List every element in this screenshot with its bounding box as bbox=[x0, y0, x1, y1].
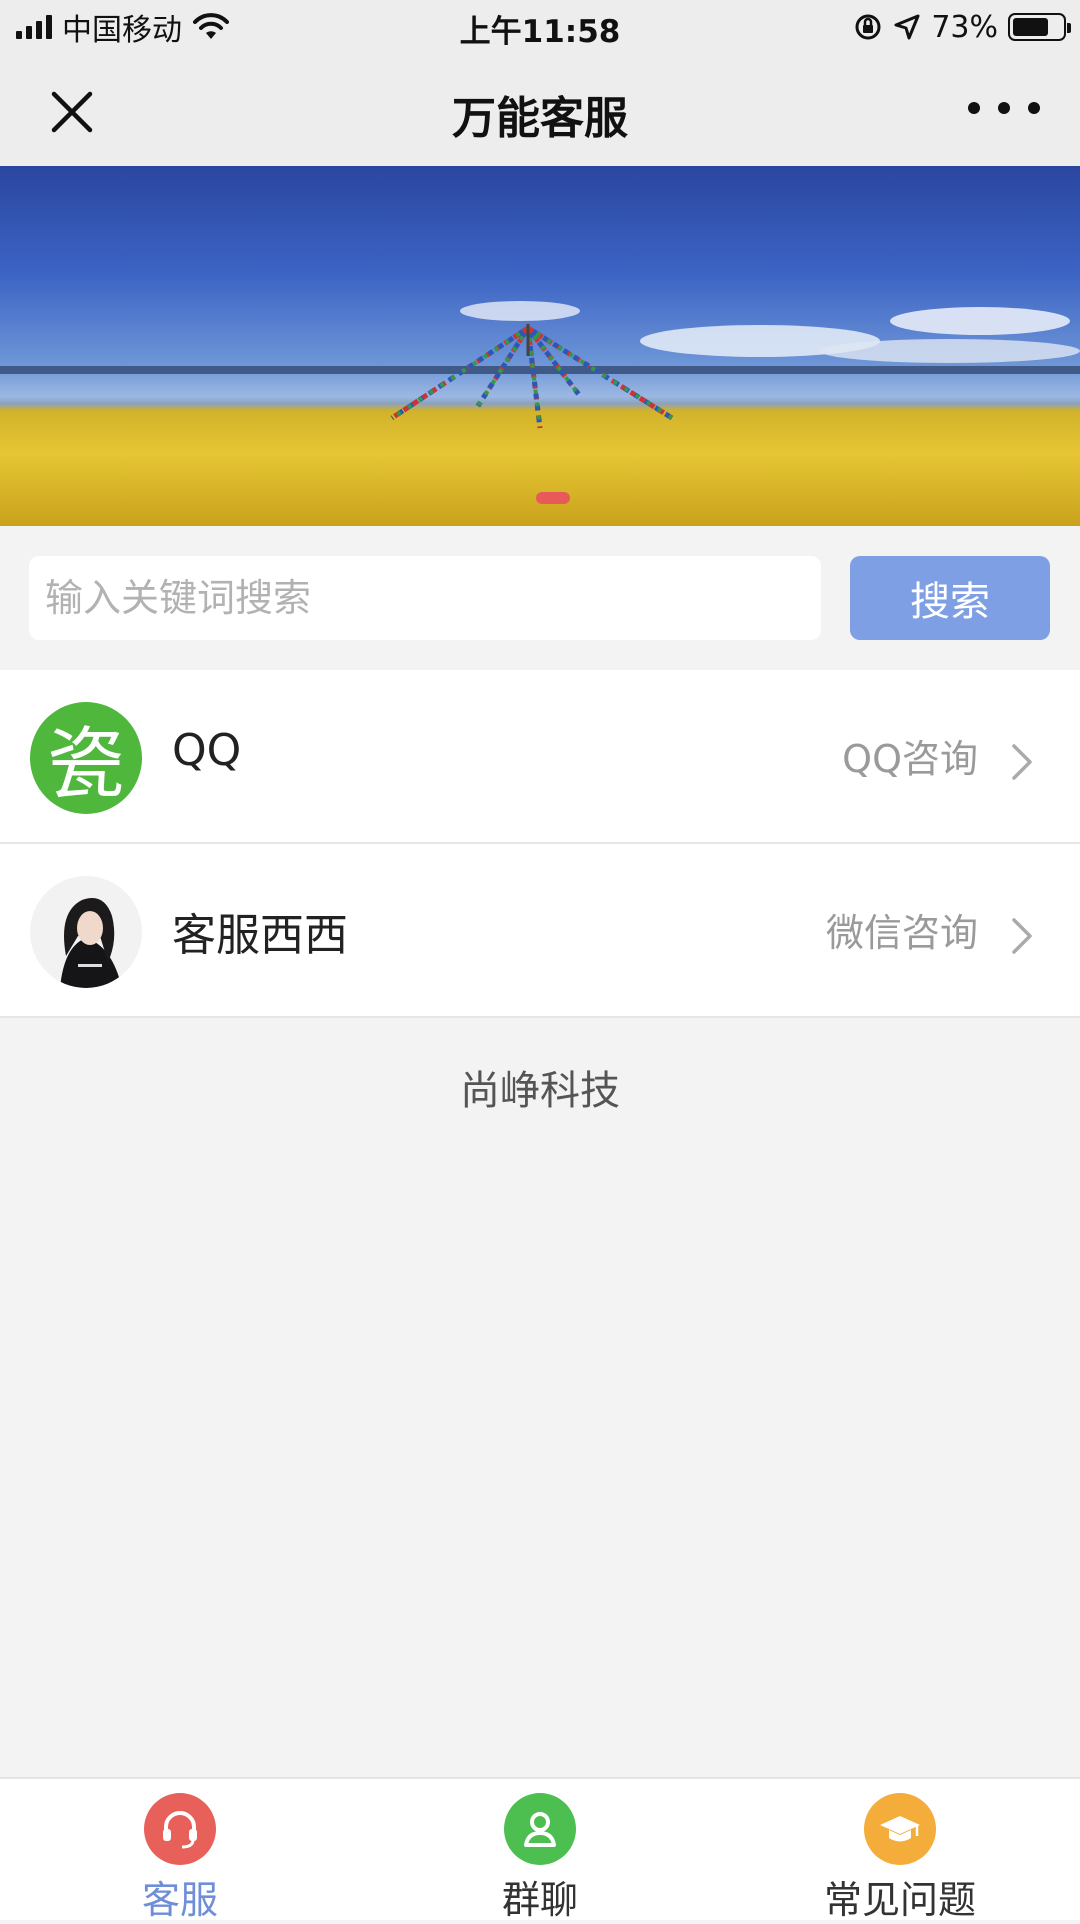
status-bar: 中国移动 上午11:58 73% bbox=[0, 0, 1080, 54]
tab-group-chat[interactable]: 群聊 bbox=[360, 1779, 720, 1922]
chevron-right-icon bbox=[1012, 918, 1032, 954]
list-item-qq[interactable]: 瓷 QQ QQ咨询 bbox=[0, 670, 1080, 844]
page-title: 万能客服 bbox=[452, 93, 628, 144]
tab-bar: 客服 群聊 常见问题 bbox=[0, 1777, 1080, 1922]
avatar-glyph: 瓷 bbox=[46, 720, 125, 810]
contact-action: 微信咨询 bbox=[825, 911, 978, 955]
tab-label: 群聊 bbox=[501, 1878, 578, 1922]
carrier-name: 中国移动 bbox=[62, 13, 182, 48]
list-item-xixi[interactable]: 客服西西 微信咨询 bbox=[0, 844, 1080, 1018]
avatar-photo bbox=[30, 876, 142, 988]
contact-name: QQ bbox=[172, 725, 242, 776]
banner-image bbox=[0, 301, 1080, 429]
users-icon bbox=[504, 1793, 576, 1865]
more-icon[interactable] bbox=[968, 90, 1040, 126]
banner-carousel[interactable] bbox=[0, 166, 1080, 526]
tab-faq[interactable]: 常见问题 bbox=[720, 1779, 1080, 1922]
orientation-lock-icon bbox=[855, 14, 881, 40]
tab-customer-service[interactable]: 客服 bbox=[0, 1779, 360, 1922]
status-right: 73% bbox=[853, 8, 1071, 46]
search-button[interactable]: 搜索 bbox=[850, 556, 1050, 640]
company-name: 尚峥科技 bbox=[460, 1068, 620, 1114]
contact-list: 瓷 QQ QQ咨询 客服西西 微信咨询 bbox=[0, 670, 1080, 1018]
chevron-right-icon bbox=[1012, 744, 1032, 780]
search-bar: 搜索 bbox=[0, 526, 1080, 670]
nav-bar: 万能客服 bbox=[0, 54, 1080, 166]
battery-icon bbox=[1008, 13, 1071, 41]
tab-label: 常见问题 bbox=[823, 1878, 976, 1922]
contact-action: QQ咨询 bbox=[842, 737, 978, 781]
battery-percent: 73% bbox=[931, 9, 998, 45]
contact-name: 客服西西 bbox=[172, 910, 348, 961]
tab-label: 客服 bbox=[141, 1878, 218, 1922]
location-icon bbox=[894, 14, 920, 40]
avatar bbox=[30, 876, 142, 988]
avatar: 瓷 bbox=[30, 702, 142, 814]
wifi-icon bbox=[193, 13, 229, 39]
carousel-indicator[interactable] bbox=[536, 492, 570, 504]
search-input[interactable] bbox=[29, 556, 821, 640]
battery-fill bbox=[1013, 18, 1048, 36]
graduation-cap-icon bbox=[864, 1793, 936, 1865]
headset-icon bbox=[144, 1793, 216, 1865]
status-left: 中国移动 bbox=[16, 8, 230, 48]
signal-icon bbox=[16, 15, 52, 39]
